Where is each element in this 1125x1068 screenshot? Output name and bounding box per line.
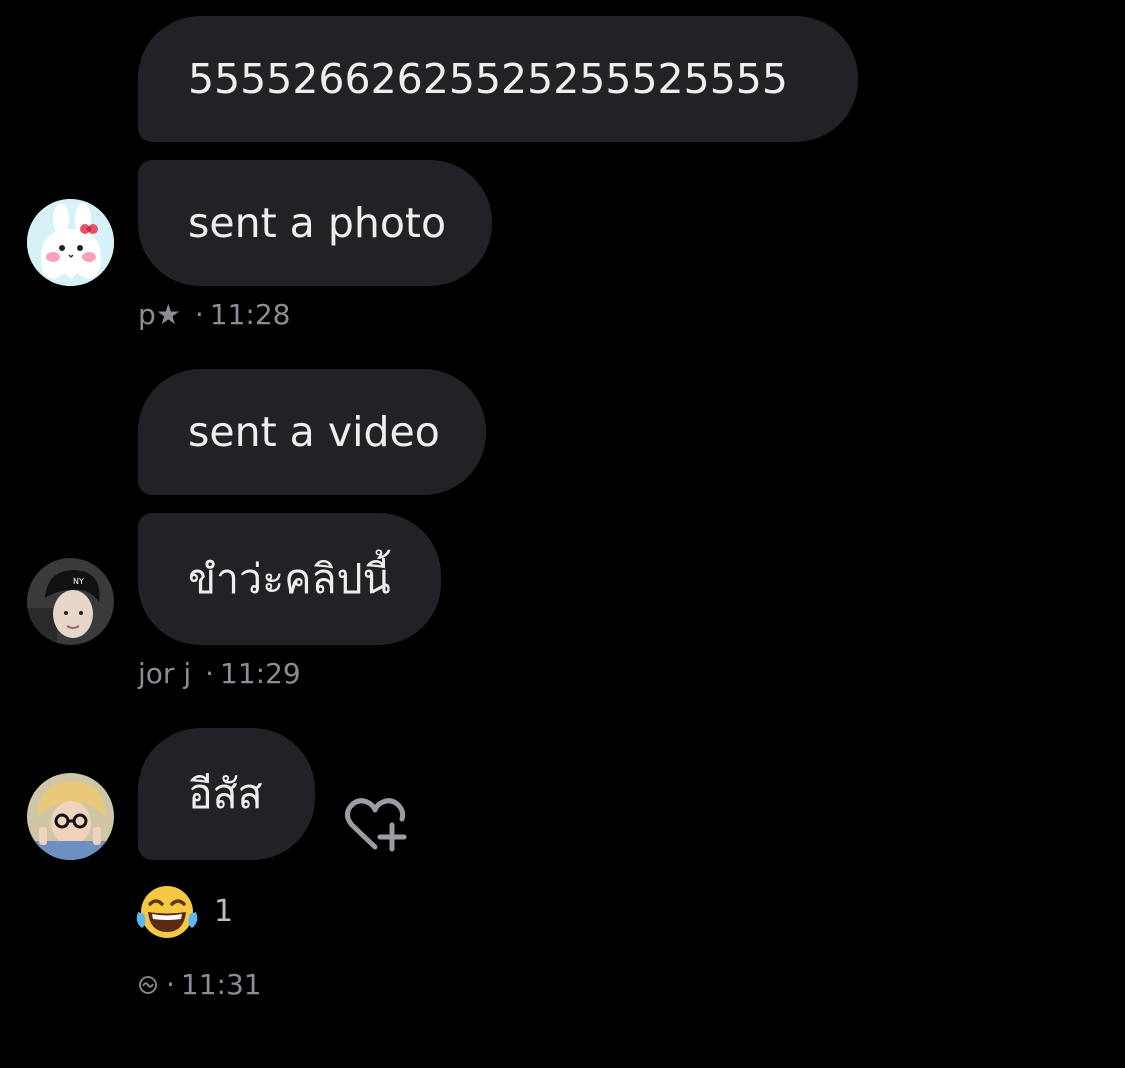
person-avatar-icon	[27, 773, 114, 860]
separator-dot: ·	[194, 298, 204, 331]
message-text: ขำว่ะคลิปนี้	[188, 554, 391, 603]
message-meta: · 11:31	[138, 968, 262, 1001]
laughing-emoji-icon	[136, 886, 198, 938]
avatar[interactable]: NY	[27, 558, 114, 645]
message-text: sent a video	[188, 407, 440, 456]
person-avatar-icon: NY	[27, 558, 114, 645]
message-bubble[interactable]: ขำว่ะคลิปนี้	[138, 513, 441, 645]
message-bubble[interactable]: sent a photo	[138, 160, 492, 286]
message-meta: p★ · 11:28	[138, 298, 290, 331]
avatar[interactable]	[27, 199, 114, 286]
sender-name: jor j	[138, 657, 192, 690]
heart-plus-icon	[344, 798, 407, 852]
sender-symbol-icon	[139, 975, 157, 994]
separator-dot: ·	[205, 657, 215, 690]
separator-dot: ·	[166, 968, 175, 1001]
add-reaction-button[interactable]	[342, 795, 408, 855]
timestamp: 11:31	[180, 968, 262, 1001]
sender-name: p★	[138, 298, 181, 331]
reaction-summary[interactable]: 1	[136, 882, 233, 940]
message-text: 55552662625525255525555	[188, 54, 788, 103]
message-bubble[interactable]: 55552662625525255525555	[138, 16, 858, 142]
message-meta: jor j · 11:29	[138, 657, 301, 690]
message-text: อีสัส	[188, 769, 263, 818]
message-bubble[interactable]: sent a video	[138, 369, 486, 495]
timestamp: 11:28	[209, 298, 291, 331]
reaction-count: 1	[214, 893, 234, 929]
bunny-avatar-icon	[27, 199, 114, 286]
message-text: sent a photo	[188, 198, 447, 247]
svg-text:NY: NY	[73, 577, 84, 586]
message-bubble[interactable]: อีสัส	[138, 728, 315, 860]
timestamp: 11:29	[220, 657, 301, 690]
avatar[interactable]	[27, 773, 114, 860]
